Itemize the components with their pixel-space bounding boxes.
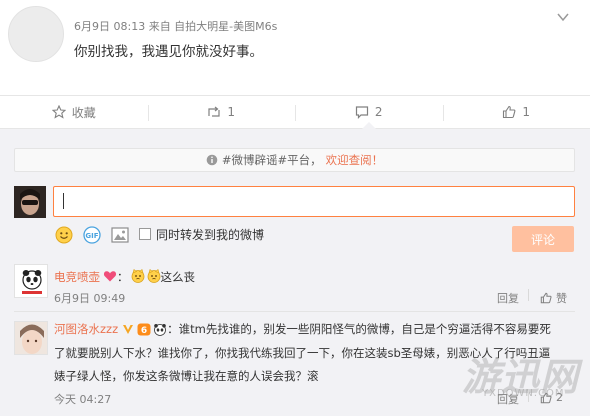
repost-checkbox[interactable] [139, 228, 151, 240]
comment-body: 河图洛水zzz 6 ： 谁tm先找谁的，别发一些阴阳怪气的微博，自己是个穷逼活得… [54, 321, 551, 337]
verified-v-icon [123, 325, 134, 334]
poster-avatar[interactable] [8, 6, 64, 62]
svg-text:GIF: GIF [85, 232, 98, 240]
notice-link[interactable]: 欢迎查阅！ [326, 152, 384, 168]
post-meta: 6月9日 08:13 来自 自拍大明星-美图M6s [74, 20, 278, 33]
star-icon [51, 105, 66, 119]
text-caret [63, 193, 64, 209]
cat-emoji-icon [131, 269, 144, 283]
commenter-avatar[interactable] [14, 264, 48, 298]
thumbs-up-icon [503, 105, 516, 119]
comment-count: 2 [374, 105, 383, 119]
thumbs-up-icon [540, 392, 552, 403]
post-text: 你别找我，我遇见你就没好事。 [74, 44, 263, 60]
comment-input[interactable] [53, 186, 575, 217]
comment-separator: ： [117, 270, 129, 284]
repost-checkbox-label: 同时转发到我的微博 [156, 228, 265, 242]
repost-count: 1 [227, 105, 236, 119]
comment-like-button[interactable]: 赞 [540, 290, 567, 306]
divider [528, 390, 529, 402]
thumbs-up-icon [540, 292, 552, 304]
favorite-button[interactable]: 收藏 [0, 96, 148, 128]
comment-like-button[interactable]: 2 [540, 391, 563, 404]
like-button[interactable]: 1 [442, 96, 590, 128]
commenter-avatar[interactable] [14, 321, 48, 355]
post-action-bar: 收藏 1 2 1 [0, 95, 590, 129]
divider [528, 289, 529, 301]
comment-text-line-1: 谁tm先找谁的，别发一些阴阳怪气的微博，自己是个穷逼活得不容易要死 [178, 322, 551, 336]
reply-button[interactable]: 回复 [497, 391, 519, 407]
comment-time: 6月9日 09:49 [54, 292, 126, 305]
notice-tag: #微博辟谣#平台， [221, 153, 322, 167]
chevron-down-icon[interactable] [556, 10, 570, 24]
info-icon [206, 154, 218, 166]
comment-text: 这么丧 [160, 270, 196, 284]
image-icon[interactable] [111, 227, 129, 243]
comment-separator: ： [167, 322, 179, 336]
submit-comment-button[interactable]: 评论 [512, 226, 574, 252]
comment-like-label: 赞 [556, 292, 567, 305]
commenter-name[interactable]: 电竞喷壶 [54, 270, 100, 284]
comment-divider [14, 311, 575, 312]
svg-text:6: 6 [141, 326, 147, 336]
emoji-icon[interactable] [55, 226, 73, 244]
repost-button[interactable]: 1 [147, 96, 296, 128]
comment-icon [355, 106, 369, 119]
comment-body: 电竞喷壶 ： 这么丧 [54, 266, 195, 285]
comment-text-line-3: 婊子绿人怪，你发这条微博让我在意的人误会我？滚 [54, 369, 319, 383]
comment-like-count: 2 [556, 391, 563, 404]
gif-icon[interactable]: GIF [82, 226, 102, 244]
rumor-notice[interactable]: #微博辟谣#平台， 欢迎查阅！ [14, 148, 575, 172]
cat-emoji-icon [147, 269, 160, 283]
comment-button[interactable]: 2 [295, 96, 443, 129]
heart-emoji-icon [103, 271, 117, 282]
panda-badge-icon [154, 323, 167, 336]
reply-button[interactable]: 回复 [497, 290, 519, 306]
commenter-name[interactable]: 河图洛水zzz [54, 321, 118, 337]
favorite-label: 收藏 [71, 105, 96, 120]
member-badge-icon: 6 [137, 323, 151, 336]
like-count: 1 [522, 105, 531, 119]
my-avatar[interactable] [14, 186, 46, 218]
repost-icon [208, 106, 221, 117]
comment-time: 今天 04:27 [54, 393, 112, 406]
